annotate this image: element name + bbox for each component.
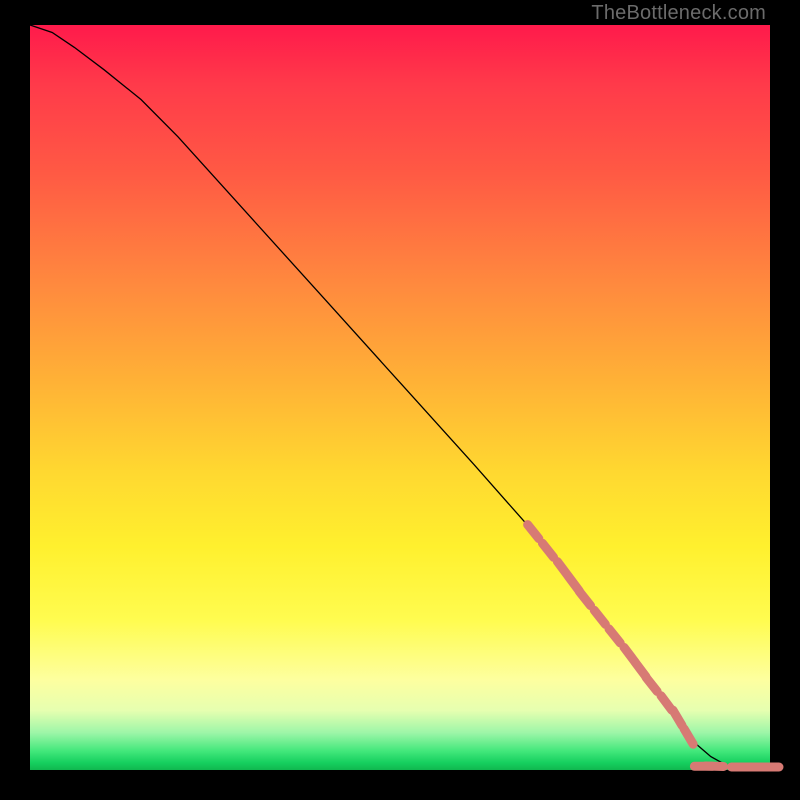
watermark-text: TheBottleneck.com [591, 2, 766, 25]
chart-frame [30, 25, 770, 770]
chart-svg [30, 25, 770, 770]
highlight-dots-diagonal [528, 525, 694, 745]
highlight-dots-tail [694, 766, 779, 767]
curve-line [30, 25, 770, 770]
